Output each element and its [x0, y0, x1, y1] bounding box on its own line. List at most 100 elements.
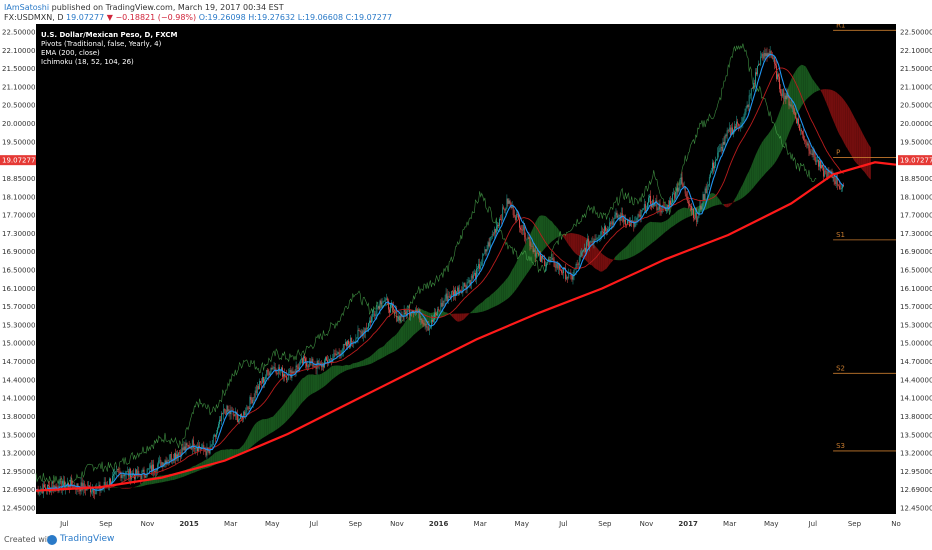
cloud-segment [258, 420, 261, 442]
right-price-tick: 14.10000 [900, 395, 932, 403]
author-link[interactable]: IAmSatoshi [4, 3, 49, 12]
cloud-segment [291, 389, 294, 416]
right-price-tick: 18.10000 [900, 193, 932, 201]
candle-body [254, 390, 256, 398]
publish-line: IAmSatoshi published on TradingView.com,… [4, 3, 284, 12]
candle-body [833, 176, 835, 182]
candle-body [811, 153, 813, 155]
candle-body [419, 309, 421, 320]
candle-body [307, 365, 309, 367]
right-price-tick: 16.10000 [900, 285, 932, 293]
candle-body [432, 319, 433, 322]
cloud-segment [354, 362, 357, 368]
candle-body [779, 76, 780, 90]
candle-body [546, 263, 548, 266]
price-chart[interactable]: R1 P S1 S2 S3 22.50000 22.10000 21.50000 21.100… [0, 24, 932, 532]
plot-background[interactable] [36, 24, 896, 514]
candle-body [701, 206, 703, 210]
candle-body [383, 301, 385, 303]
candle-body [526, 238, 528, 240]
candle-body [615, 212, 617, 215]
candle-body [534, 249, 536, 257]
candle-body [554, 266, 556, 268]
candle-body [398, 315, 400, 320]
right-price-tick: 16.90000 [900, 248, 932, 256]
cloud-segment [518, 253, 521, 287]
candle-body [313, 365, 315, 367]
candle-body [457, 287, 459, 292]
candle-body [357, 329, 359, 338]
candle-body [780, 89, 782, 94]
cloud-segment [512, 266, 515, 295]
time-axis[interactable]: Jul Sep Nov 2015 Mar May Jul Sep Nov 2016 Mar May Ju… [59, 520, 901, 528]
cloud-segment [302, 377, 305, 403]
cloud-segment [654, 222, 657, 242]
candle-body [578, 257, 580, 266]
candle-body [119, 472, 121, 473]
cloud-segment [572, 233, 576, 254]
candle-body [265, 376, 267, 380]
candle-body [480, 265, 482, 269]
candle-body [124, 474, 126, 477]
candle-body [260, 381, 261, 383]
high-value: H:19.27632 [248, 13, 296, 22]
cloud-segment [484, 297, 487, 311]
candle-body [711, 171, 712, 173]
right-price-tick: 12.95000 [900, 468, 932, 476]
candle-body [720, 146, 722, 149]
cloud-segment [503, 279, 506, 302]
last-price: 19.07277 [66, 13, 105, 22]
candle-body [699, 205, 701, 212]
candle-body [840, 188, 841, 190]
right-price-tick: 12.69000 [900, 486, 932, 494]
cloud-segment [623, 247, 626, 260]
candle-body [356, 337, 358, 339]
cloud-segment [763, 136, 766, 176]
candle-body [783, 89, 785, 99]
candle-body [367, 328, 368, 330]
candle-body [269, 372, 271, 376]
candle-body [537, 253, 539, 256]
candle-body [540, 254, 541, 262]
tradingview-link[interactable]: TradingView [60, 534, 114, 544]
candle-body [182, 447, 184, 451]
candle-body [369, 320, 370, 324]
cloud-segment [665, 219, 668, 233]
candle-body [184, 446, 186, 451]
candle-body [276, 373, 278, 375]
time-tick: May [764, 520, 778, 528]
left-price-tick: 13.20000 [2, 450, 35, 458]
left-price-tick: 22.10000 [2, 47, 35, 55]
left-price-tick: 13.80000 [2, 413, 35, 421]
candle-body [559, 269, 561, 271]
cloud-segment [805, 66, 808, 101]
candle-body [43, 484, 45, 488]
candle-body [155, 470, 156, 472]
cloud-segment [656, 222, 659, 240]
cloud-segment [642, 226, 645, 251]
cloud-segment [671, 214, 674, 228]
cloud-segment [522, 245, 525, 281]
candle-body [45, 487, 46, 490]
candle-body [763, 53, 765, 59]
candle-body [483, 253, 485, 255]
cloud-segment [335, 365, 339, 377]
candle-body [592, 241, 594, 243]
cloud-segment [256, 421, 259, 443]
cloud-segment [799, 64, 802, 110]
candle-body [343, 344, 345, 345]
candle-body [336, 354, 338, 356]
candle-body [427, 326, 429, 331]
cloud-segment [396, 331, 399, 351]
candle-body [434, 313, 435, 320]
candle-body [59, 481, 61, 482]
candle-body [227, 405, 229, 412]
candle-body [684, 186, 686, 194]
candle-body [591, 241, 593, 242]
candle-body [179, 452, 181, 453]
cloud-segment [201, 460, 204, 470]
candle-body [428, 328, 430, 331]
candle-body [223, 409, 225, 415]
candle-body [670, 200, 671, 205]
candle-body [283, 374, 284, 377]
